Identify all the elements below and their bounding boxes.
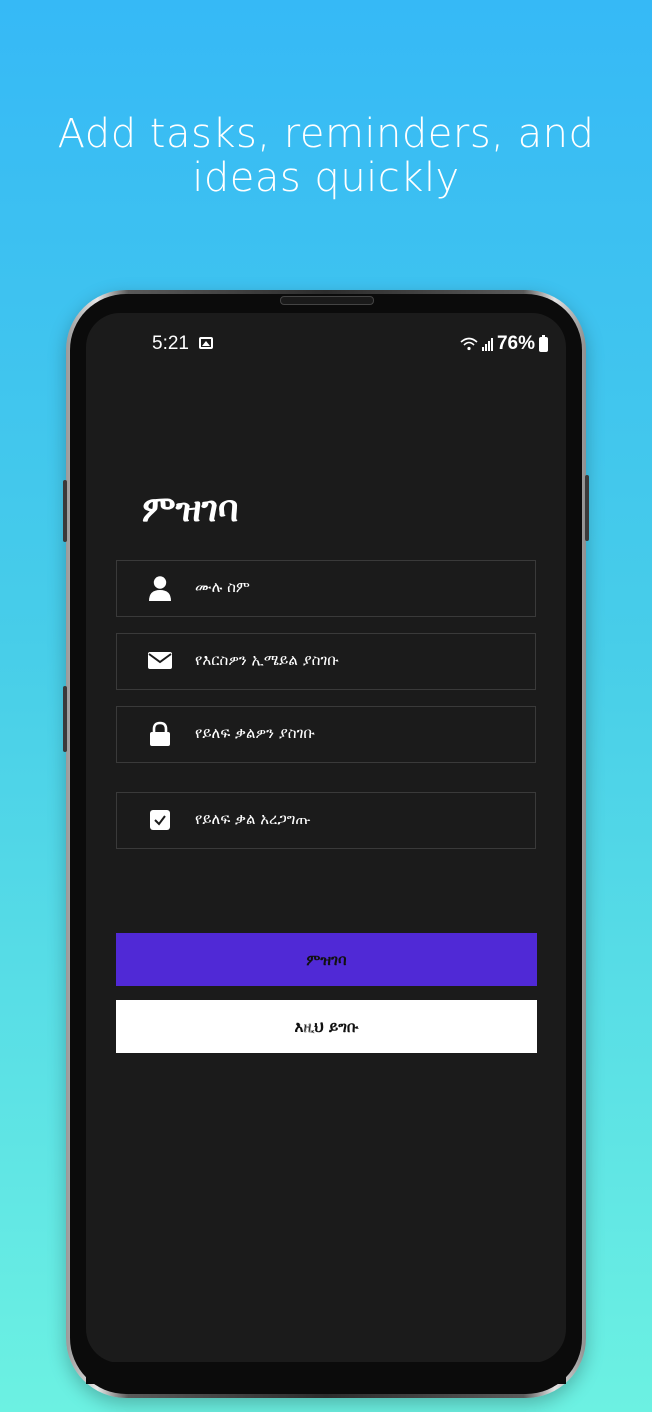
login-button[interactable]: እዚህ ይግቡ: [116, 1000, 537, 1053]
promo-headline-line-1: Add tasks, reminders, and: [57, 111, 595, 157]
user-icon: [149, 576, 171, 601]
wifi-icon: [460, 337, 478, 351]
status-right: 76%: [460, 333, 548, 355]
check-icon: [150, 810, 170, 830]
confirm-password-field[interactable]: የይለፍ ቃል አረጋግጡ: [116, 792, 536, 849]
volume-up-button: [63, 480, 67, 542]
email-field[interactable]: የእርስዎን ኢሜይል ያስገቡ: [116, 633, 536, 690]
mail-icon: [148, 652, 172, 669]
lock-icon: [150, 721, 170, 746]
signal-icon: [481, 337, 493, 351]
full-name-placeholder: ሙሉ ስም: [195, 578, 250, 596]
password-placeholder: የይለፍ ቃልዎን ያስገቡ: [195, 724, 316, 742]
phone-screen: 5:21 76% ምዝገባ ሙሉ ስም የእርስዎን ኢሜይል ያስገቡ የይለ…: [86, 313, 566, 1363]
register-button[interactable]: ምዝገባ: [116, 933, 537, 986]
status-time: 5:21: [152, 333, 189, 354]
promo-headline-line-2: ideas quickly: [192, 155, 460, 201]
gallery-notification-icon: [199, 337, 213, 349]
confirm-password-placeholder: የይለፍ ቃል አረጋግጡ: [195, 810, 311, 828]
phone-speaker: [280, 296, 374, 305]
page-title: ምዝገባ: [142, 489, 239, 530]
phone-chin: [86, 1362, 566, 1384]
full-name-field[interactable]: ሙሉ ስም: [116, 560, 536, 617]
battery-percentage: 76%: [496, 333, 535, 354]
battery-icon: [539, 334, 548, 352]
promo-headline: Add tasks, reminders, and ideas quickly: [0, 112, 652, 200]
password-field[interactable]: የይለፍ ቃልዎን ያስገቡ: [116, 706, 536, 763]
power-button: [585, 475, 589, 541]
email-placeholder: የእርስዎን ኢሜይል ያስገቡ: [195, 651, 339, 669]
status-bar: 5:21 76%: [86, 333, 566, 357]
volume-down-button: [63, 686, 67, 752]
